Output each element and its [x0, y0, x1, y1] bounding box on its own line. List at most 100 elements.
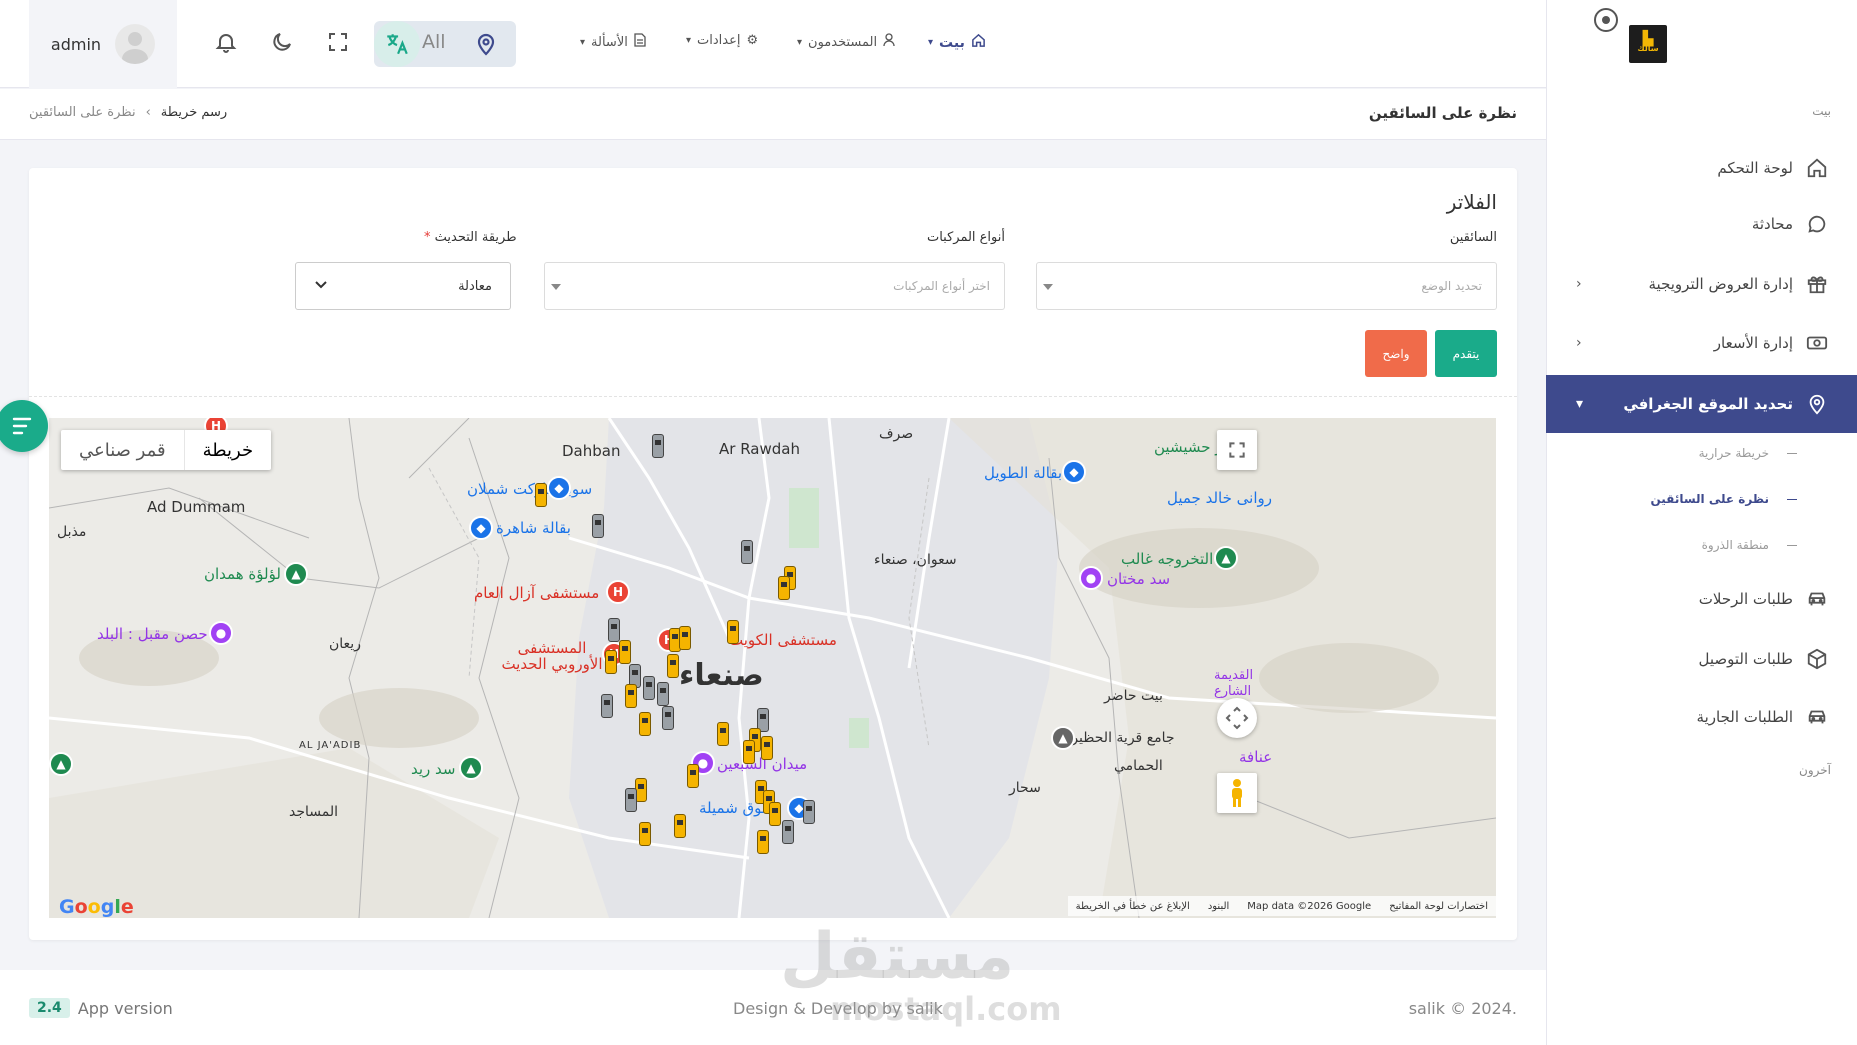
sidebar-item-ride-requests[interactable]: طلبات الرحلات	[1546, 571, 1857, 627]
map-label-rayan: ريعان	[329, 636, 361, 652]
sidebar-section-other: آخرون	[1799, 763, 1831, 777]
chevron-down-icon: ▾	[1576, 396, 1584, 412]
nav-users[interactable]: المستخدمون ▾	[797, 33, 895, 51]
report-error-link[interactable]: الإبلاغ عن خطأ في الخريطة	[1076, 901, 1190, 912]
driver-car-icon[interactable]	[601, 694, 613, 718]
driver-car-icon[interactable]	[679, 626, 691, 650]
map-type-satellite[interactable]: قمر صناعي	[61, 430, 184, 470]
driver-car-icon[interactable]	[605, 650, 617, 674]
driver-car-icon[interactable]	[535, 483, 547, 507]
driver-car-icon[interactable]	[687, 764, 699, 788]
clear-button[interactable]: واضح	[1365, 330, 1427, 377]
fullscreen-icon[interactable]	[324, 28, 352, 56]
map-label-ad-dummam: Ad Dummam	[147, 498, 246, 516]
map-label-european: المستشفى الأوروبي الحديث	[501, 639, 603, 673]
vehicle-types-label: أنواع المركبات	[926, 230, 1005, 245]
sidebar-item-delivery-requests[interactable]: طلبات التوصيل	[1546, 631, 1857, 687]
watermark-arabic: مستقل	[780, 920, 1015, 994]
chevron-down-icon: ▾	[797, 36, 803, 48]
car-logo-icon: ▙	[1642, 31, 1654, 47]
map-label-sawan: سعوان، صنعاء	[874, 552, 957, 568]
driver-car-icon[interactable]	[717, 722, 729, 746]
driver-car-icon[interactable]	[674, 814, 686, 838]
driver-car-icon[interactable]	[625, 684, 637, 708]
driver-car-icon[interactable]	[769, 802, 781, 826]
update-method-label: * طريقة التحديث	[424, 230, 517, 245]
driver-car-icon[interactable]	[639, 822, 651, 846]
map-label-lulua: لؤلؤة همدان	[204, 565, 281, 583]
sidebar-subitem-heatmap[interactable]: خريطة حرارية	[1699, 446, 1797, 460]
driver-car-icon[interactable]	[608, 618, 620, 642]
user-menu[interactable]: admin	[29, 0, 177, 88]
driver-car-icon[interactable]	[778, 576, 790, 600]
driver-car-icon[interactable]	[727, 620, 739, 644]
driver-car-icon[interactable]	[782, 820, 794, 844]
driver-car-icon[interactable]	[625, 788, 637, 812]
nav-faq[interactable]: الأسألة ▾	[580, 33, 646, 51]
home-icon	[1805, 156, 1829, 180]
street-view-pegman-icon[interactable]	[1217, 773, 1257, 813]
terms-link[interactable]: البنود	[1208, 901, 1229, 912]
sidebar-item-geolocation[interactable]: تحديد الموقع الجغرافي ▾	[1546, 375, 1857, 433]
nav-settings[interactable]: ⚙ إعدادات ▾	[686, 33, 758, 48]
google-logo: Google	[59, 896, 134, 918]
breadcrumb-parent[interactable]: نظرة على السائقين	[29, 105, 136, 120]
driver-car-icon[interactable]	[743, 740, 755, 764]
chat-icon	[1805, 212, 1829, 236]
sidebar-item-label: طلبات الرحلات	[1698, 590, 1793, 608]
mosque-pin-icon: ▲	[1051, 726, 1075, 750]
drivers-select[interactable]: تحديد الوضع	[1036, 262, 1497, 310]
sidebar-item-pricing[interactable]: إدارة الأسعار ›	[1546, 315, 1857, 371]
car-icon	[1805, 587, 1829, 611]
sidebar-subitem-label: نظرة على السائقين	[1650, 492, 1769, 506]
location-pin-icon[interactable]	[474, 32, 498, 60]
vehicle-types-select[interactable]: اختر أنواع المركبات	[544, 262, 1005, 310]
sidebar-item-current-requests[interactable]: الطلبات الجارية	[1546, 689, 1857, 745]
submit-button[interactable]: يتقدم	[1435, 330, 1497, 377]
sidebar-pin-icon[interactable]	[1594, 8, 1618, 32]
driver-car-icon[interactable]	[657, 682, 669, 706]
chevron-down-icon: ▾	[580, 36, 586, 48]
filters-card: الفلاتر السائقين تحديد الوضع أنواع المرك…	[29, 168, 1517, 940]
sidebar-subitem-peak-zone[interactable]: منطقة الذروة	[1702, 538, 1797, 552]
driver-car-icon[interactable]	[639, 712, 651, 736]
driver-car-icon[interactable]	[643, 676, 655, 700]
driver-car-icon[interactable]	[652, 434, 664, 458]
map-label-khalid: روانى خالد جميل	[1167, 489, 1272, 507]
tree-pin-icon: ▲	[459, 756, 483, 780]
chevron-down-icon: ▾	[686, 35, 692, 46]
driver-car-icon[interactable]	[761, 736, 773, 760]
sidebar-item-chat[interactable]: محادثة	[1546, 196, 1857, 252]
bell-icon[interactable]	[212, 28, 240, 56]
keyboard-shortcuts-link[interactable]: اختصارات لوحة المفاتيح	[1389, 901, 1488, 912]
driver-car-icon[interactable]	[741, 540, 753, 564]
sidebar-subitem-drivers-overview[interactable]: نظرة على السائقين	[1650, 492, 1797, 506]
drivers-map[interactable]: Dahban Ar Rawdah Ad Dummam مذبل صرف ريعا…	[49, 418, 1496, 918]
map-data-text: Map data ©2026 Google	[1247, 900, 1372, 912]
driver-car-icon[interactable]	[662, 706, 674, 730]
sidebar-item-label: إدارة الأسعار	[1713, 334, 1793, 352]
map-label-sahar: سحار	[1009, 780, 1041, 796]
map-fullscreen-icon[interactable]	[1217, 430, 1257, 470]
translate-icon[interactable]	[374, 21, 420, 67]
sidebar-section-home: بيت	[1812, 104, 1831, 118]
driver-car-icon[interactable]	[592, 514, 604, 538]
map-pan-icon[interactable]	[1217, 698, 1257, 738]
language-switcher[interactable]: All	[374, 21, 516, 67]
footer: 2.4 App version Design & Develop by sali…	[0, 970, 1546, 1045]
sidebar-item-promotions[interactable]: إدارة العروض الترويجية ›	[1546, 256, 1857, 312]
required-marker: *	[424, 230, 431, 245]
sidebar-item-dashboard[interactable]: لوحة التحكم	[1546, 140, 1857, 196]
driver-car-icon[interactable]	[667, 654, 679, 678]
driver-car-icon[interactable]	[619, 640, 631, 664]
divider	[29, 396, 1517, 397]
app-logo[interactable]: ▙ سالك	[1629, 25, 1667, 63]
language-all-label: All	[422, 31, 446, 53]
update-method-select[interactable]: معادلة	[295, 262, 511, 310]
moon-icon[interactable]	[268, 28, 296, 56]
driver-car-icon[interactable]	[803, 800, 815, 824]
map-type-map[interactable]: خريطة	[183, 430, 271, 470]
driver-car-icon[interactable]	[757, 830, 769, 854]
nav-home[interactable]: بيت ▾	[928, 33, 986, 52]
map-type-control[interactable]: قمر صناعي خريطة	[61, 430, 272, 470]
